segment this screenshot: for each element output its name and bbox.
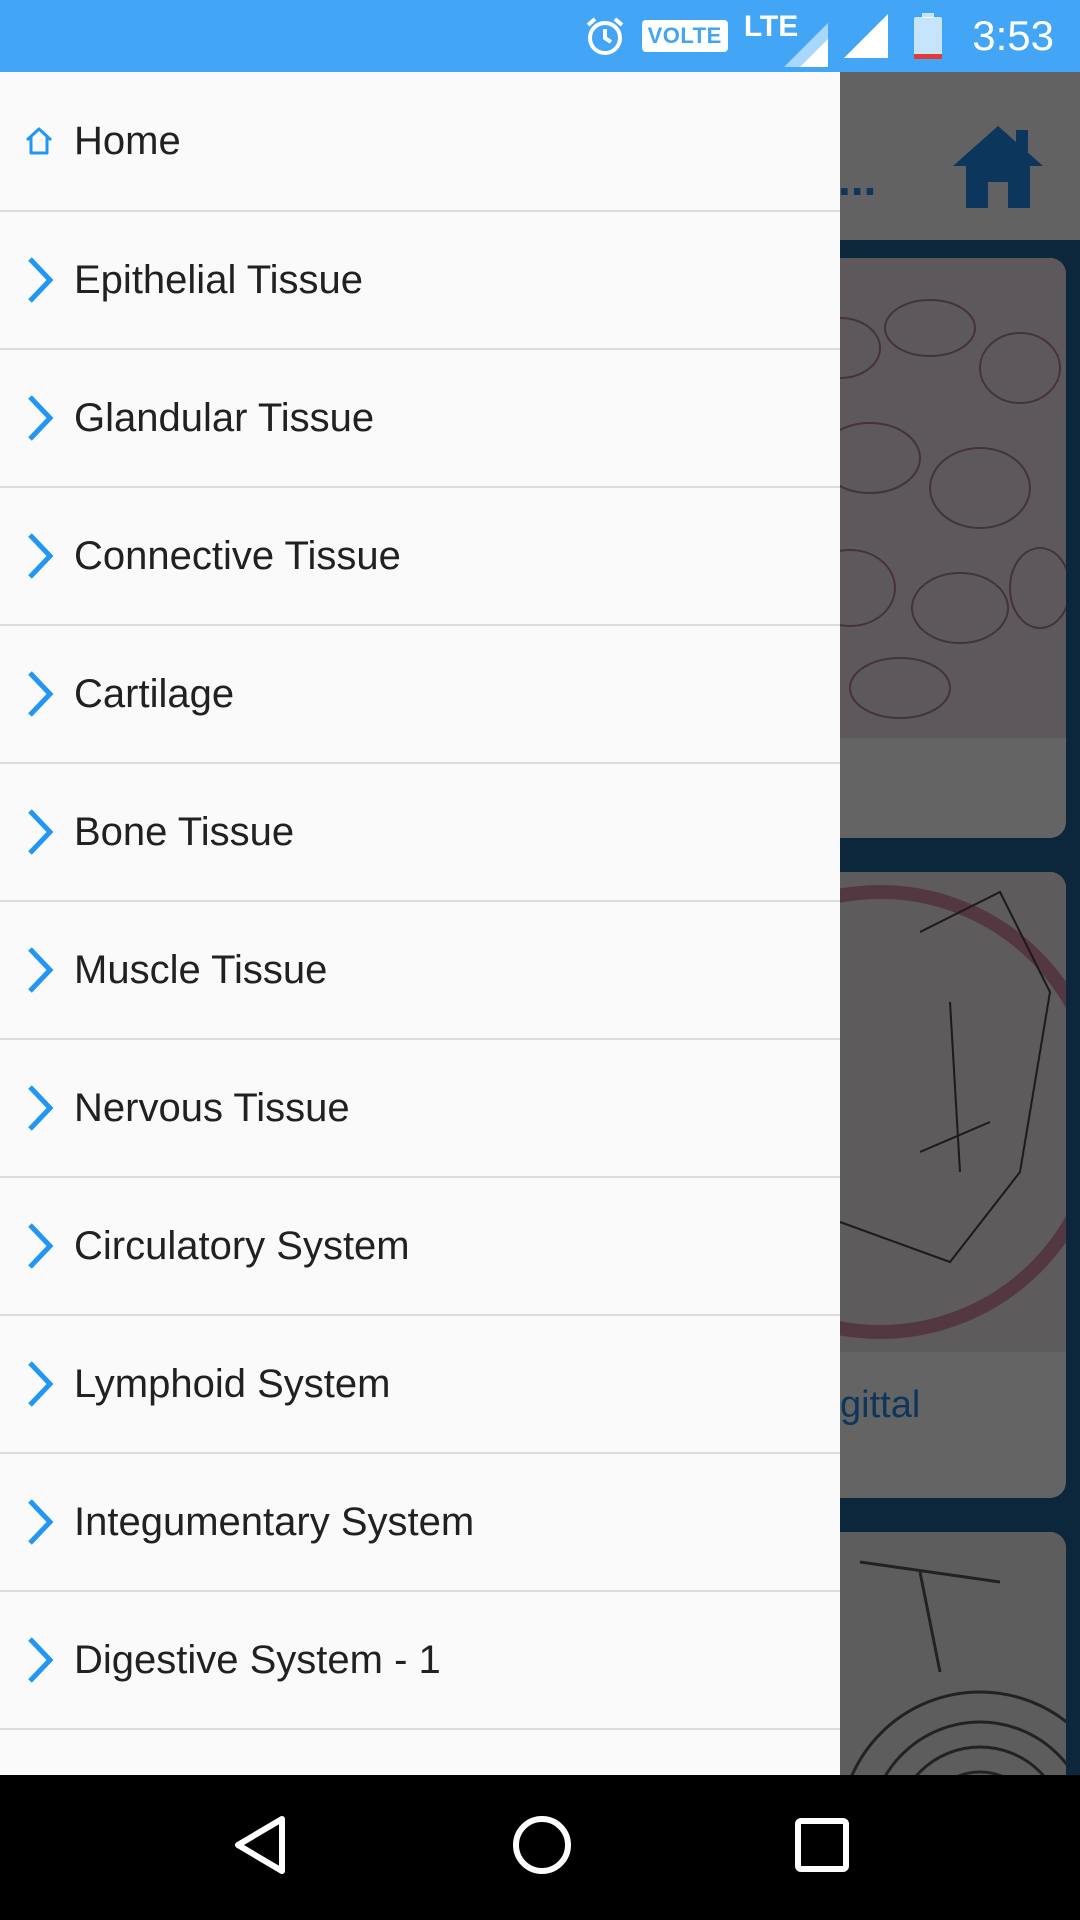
alarm-clock-icon [584,15,626,57]
drawer-item-cartilage[interactable]: Cartilage [0,626,840,764]
chevron-right-icon [22,669,56,719]
drawer-item-digestive-system-1[interactable]: Digestive System - 1 [0,1592,840,1730]
drawer-item-label: Digestive System - 1 [74,1637,441,1682]
battery-icon [914,13,943,59]
drawer-item-label: Bone Tissue [74,809,295,854]
drawer-item-label: Epithelial Tissue [74,257,364,302]
signal-icon-1 [784,23,829,67]
drawer-item-bone-tissue[interactable]: Bone Tissue [0,764,840,902]
drawer-item-label: Integumentary System [74,1499,475,1544]
drawer-item-label: Home [74,118,181,163]
status-bar: VOLTE LTE 3:53 [0,0,1080,72]
drawer-item-muscle-tissue[interactable]: Muscle Tissue [0,902,840,1040]
drawer-item-connective-tissue[interactable]: Connective Tissue [0,488,840,626]
chevron-right-icon [22,531,56,581]
drawer-item-circulatory-system[interactable]: Circulatory System [0,1178,840,1316]
drawer-item-partial[interactable] [0,1730,840,1775]
drawer-item-label: Lymphoid System [74,1361,391,1406]
system-navigation-bar [0,1775,1080,1920]
chevron-right-icon [22,1359,56,1409]
navigation-drawer: Home Epithelial Tissue Glandular Tissue … [0,72,840,1775]
chevron-right-icon [22,945,56,995]
drawer-item-home[interactable]: Home [0,72,840,212]
chevron-right-icon [22,807,56,857]
volte-badge: VOLTE [641,20,728,52]
chevron-right-icon [22,255,56,305]
home-outline-icon [22,116,56,166]
drawer-item-label: Glandular Tissue [74,395,375,440]
drawer-item-glandular-tissue[interactable]: Glandular Tissue [0,350,840,488]
signal-icon-2 [844,14,889,58]
drawer-item-label: Cartilage [74,671,235,716]
chevron-right-icon [22,1083,56,1133]
chevron-right-icon [22,393,56,443]
drawer-item-integumentary-system[interactable]: Integumentary System [0,1454,840,1592]
drawer-item-label: Circulatory System [74,1223,410,1268]
chevron-right-icon [22,1635,56,1685]
home-circle-icon[interactable] [510,1813,574,1882]
status-time: 3:53 [972,12,1054,59]
drawer-item-lymphoid-system[interactable]: Lymphoid System [0,1316,840,1454]
back-icon[interactable] [230,1813,290,1882]
chevron-right-icon [22,1497,56,1547]
chevron-right-icon [22,1221,56,1271]
drawer-item-label: Connective Tissue [74,533,401,578]
drawer-item-epithelial-tissue[interactable]: Epithelial Tissue [0,212,840,350]
drawer-item-label: Nervous Tissue [74,1085,350,1130]
drawer-item-label: Muscle Tissue [74,947,328,992]
recents-icon[interactable] [794,1817,850,1878]
drawer-item-nervous-tissue[interactable]: Nervous Tissue [0,1040,840,1178]
